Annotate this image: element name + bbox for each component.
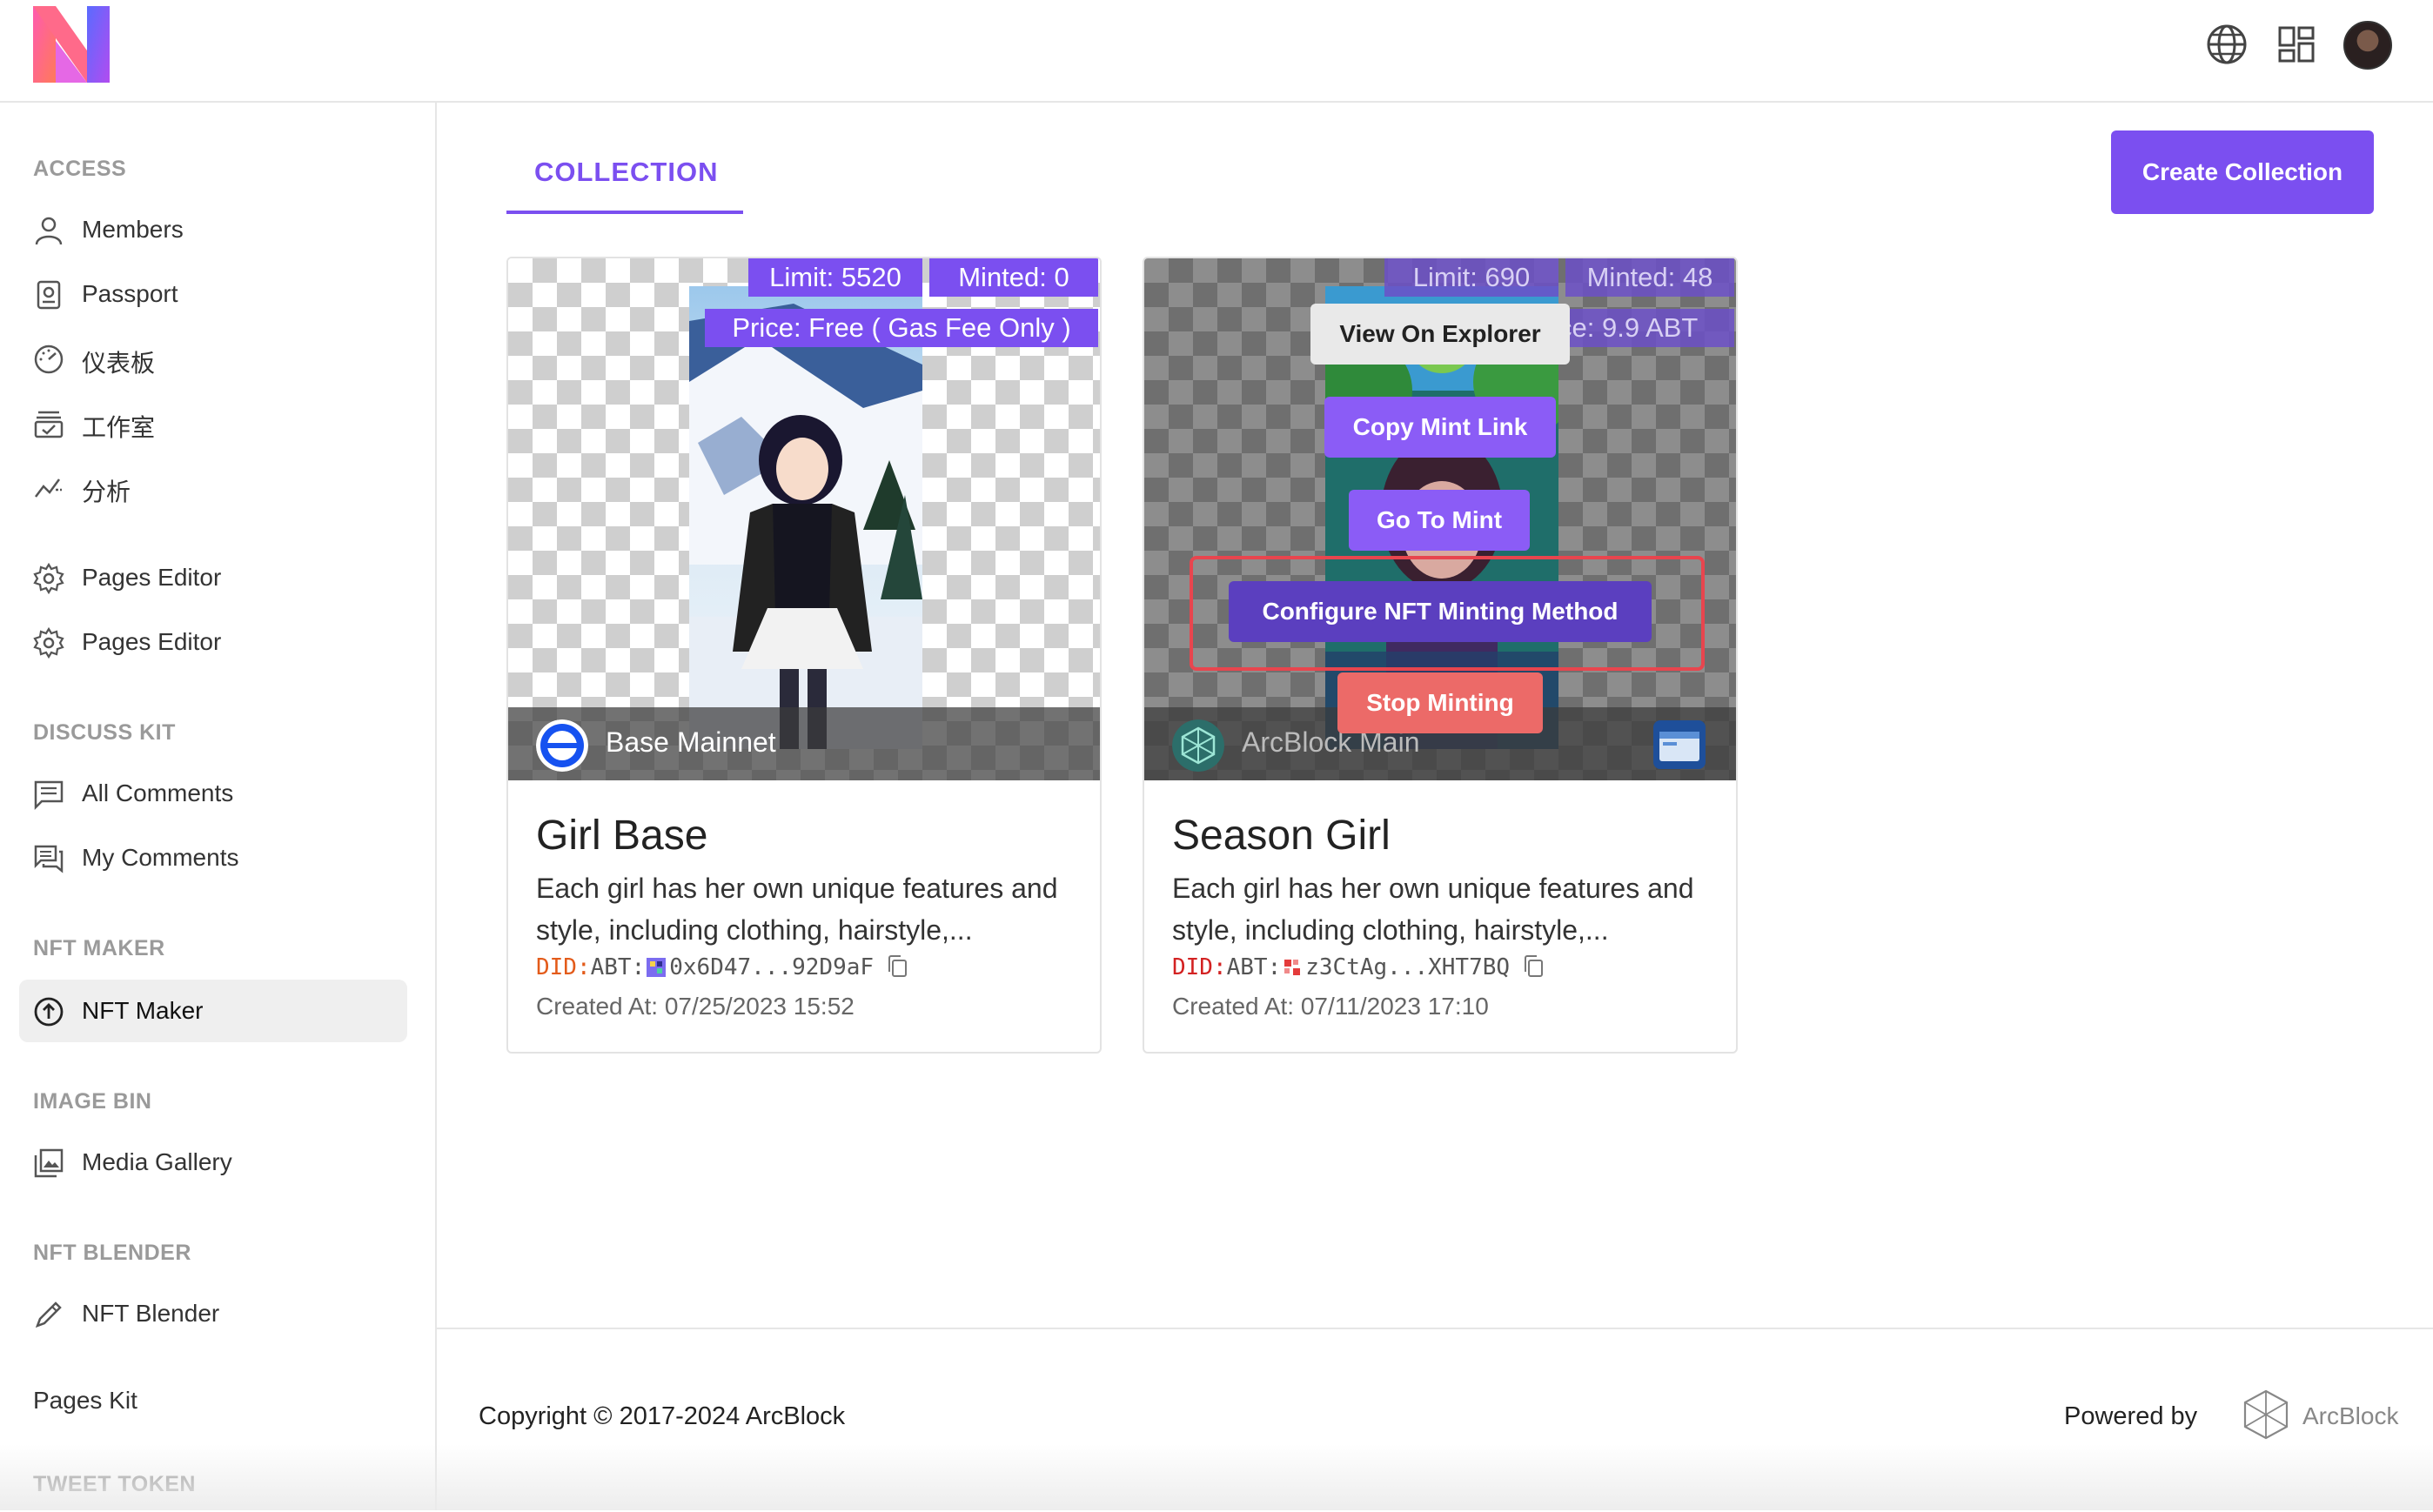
comment-icon [34, 780, 64, 810]
limit-badge: Limit: 5520 [748, 258, 922, 297]
footer: Copyright © 2017-2024 ArcBlock Powered b… [437, 1328, 2433, 1512]
did-type: ABT: [1226, 954, 1282, 980]
did-avatar-icon [647, 958, 667, 977]
card-title: Girl Base [536, 813, 708, 859]
pencil-icon [35, 1301, 62, 1328]
copy-icon[interactable] [886, 954, 908, 979]
section-title-image-bin: IMAGE BIN [33, 1089, 152, 1114]
did-prefix: DID: [1172, 954, 1227, 980]
card-description: Each girl has her own unique features an… [536, 873, 1058, 946]
did-avatar-icon [1283, 958, 1303, 977]
gear-icon [33, 563, 64, 594]
stop-minting-button[interactable]: Stop Minting [1337, 672, 1543, 733]
sidebar-item-label: Pages Editor [82, 628, 222, 655]
tab-label: COLLECTION [534, 157, 719, 187]
sidebar-item-label: Passport [82, 280, 178, 307]
top-header [0, 0, 2433, 103]
analytics-icon [35, 478, 62, 498]
section-title-tweet-token: TWEET TOKEN [33, 1472, 196, 1496]
nft-artwork [689, 286, 922, 749]
sidebar-item-studio[interactable]: 工作室 [19, 391, 407, 454]
sidebar-item-label: 仪表板 [82, 350, 156, 377]
created-at: Created At: 07/25/2023 15:52 [536, 993, 855, 1020]
tab-indicator [506, 211, 743, 214]
did-prefix: DID: [536, 954, 591, 980]
avatar[interactable] [2343, 21, 2392, 70]
did-address: DID:ABT: z3CtAg...XHT7BQ [1172, 954, 1545, 980]
did-value: 0x6D47...92D9aF [669, 954, 875, 980]
price-badge: ce: 9.9 ABT [1553, 309, 1734, 347]
copy-icon[interactable] [1522, 954, 1545, 979]
section-title-access: ACCESS [33, 157, 127, 181]
copy-mint-link-button[interactable]: Copy Mint Link [1324, 397, 1556, 458]
passport-icon [37, 280, 61, 310]
user-icon [35, 217, 63, 245]
sidebar-item-label: Pages Editor [82, 564, 222, 591]
section-title-discuss-kit: DISCUSS KIT [33, 720, 176, 745]
grid-icon[interactable] [2275, 23, 2318, 66]
sidebar-item-label: All Comments [82, 779, 234, 806]
sidebar-item-dashboard[interactable]: 仪表板 [19, 327, 407, 390]
minted-badge: Minted: 0 [929, 258, 1098, 297]
sidebar-item-label: NFT Blender [82, 1300, 220, 1327]
explorer-app-icon [1653, 720, 1706, 769]
create-collection-button[interactable]: Create Collection [2111, 130, 2374, 214]
comments-icon [34, 845, 64, 873]
did-address: DID:ABT: 0x6D47...92D9aF [536, 954, 908, 980]
copyright-text: Copyright © 2017-2024 ArcBlock [479, 1402, 846, 1430]
sidebar-item-my-comments[interactable]: My Comments [19, 826, 407, 889]
section-title-nft-blender: NFT BLENDER [33, 1241, 191, 1265]
sidebar-item-nft-maker[interactable]: NFT Maker [19, 980, 407, 1042]
n-logo[interactable] [33, 6, 110, 83]
section-title-nft-maker: NFT MAKER [33, 936, 165, 960]
sidebar-item-pages-kit[interactable]: Pages Kit [33, 1387, 137, 1415]
arcblock-brand-text: ArcBlock [2302, 1402, 2399, 1429]
sidebar-item-passport[interactable]: Passport [19, 263, 407, 325]
sidebar-item-all-comments[interactable]: All Comments [19, 762, 407, 825]
dashboard-icon [34, 345, 64, 374]
configure-nft-minting-method-button[interactable]: Configure NFT Minting Method [1229, 581, 1652, 642]
sidebar-item-members[interactable]: Members [19, 198, 407, 261]
created-at: Created At: 07/11/2023 17:10 [1172, 993, 1489, 1020]
did-type: ABT: [590, 954, 646, 980]
collection-card-girl-base[interactable]: Limit: 5520 Minted: 0 Price: Free ( Gas … [506, 257, 1102, 1054]
minted-badge: Minted: 48 [1565, 258, 1734, 297]
sidebar-item-label: Members [82, 216, 184, 243]
sidebar-item-label: My Comments [82, 844, 239, 871]
base-chain-icon [536, 719, 588, 772]
sidebar-item-label: 分析 [82, 478, 131, 505]
sidebar-item-label: NFT Maker [82, 997, 204, 1024]
chain-bar: Base Mainnet [508, 707, 1100, 780]
sidebar-item-nft-blender[interactable]: NFT Blender [19, 1282, 407, 1345]
studio-icon [34, 411, 64, 438]
gallery-icon [34, 1148, 64, 1178]
sidebar-item-label: 工作室 [82, 414, 156, 441]
globe-icon[interactable] [2205, 23, 2249, 66]
did-value: z3CtAg...XHT7BQ [1305, 954, 1511, 980]
sidebar-item-analytics[interactable]: 分析 [19, 456, 407, 518]
view-on-explorer-button[interactable]: View On Explorer [1310, 304, 1570, 365]
card-title: Season Girl [1172, 813, 1391, 859]
card-image[interactable]: Limit: 5520 Minted: 0 Price: Free ( Gas … [508, 258, 1100, 780]
powered-by-text: Powered by [2064, 1402, 2198, 1430]
arcblock-logo[interactable]: ArcBlock [2242, 1388, 2416, 1441]
chain-label: Base Mainnet [606, 726, 776, 758]
upload-circle-icon [34, 997, 64, 1027]
sidebar-item-pages-editor[interactable]: Pages Editor [19, 546, 407, 609]
sidebar-item-label: Media Gallery [82, 1148, 232, 1175]
sidebar-item-pages-editor-2[interactable]: Pages Editor [19, 611, 407, 673]
gear-icon [33, 627, 64, 659]
tab-collection[interactable]: COLLECTION [506, 130, 743, 214]
limit-badge: Limit: 690 [1384, 258, 1558, 297]
sidebar-item-media-gallery[interactable]: Media Gallery [19, 1131, 407, 1194]
sidebar: ACCESS Members Passport 仪表板 工作室 分析 Pages… [0, 103, 437, 1510]
arcblock-chain-icon [1172, 719, 1224, 772]
card-description: Each girl has her own unique features an… [1172, 873, 1694, 946]
arcblock-icon [2243, 1389, 2289, 1440]
go-to-mint-button[interactable]: Go To Mint [1349, 490, 1530, 551]
price-badge: Price: Free ( Gas Fee Only ) [705, 309, 1098, 347]
